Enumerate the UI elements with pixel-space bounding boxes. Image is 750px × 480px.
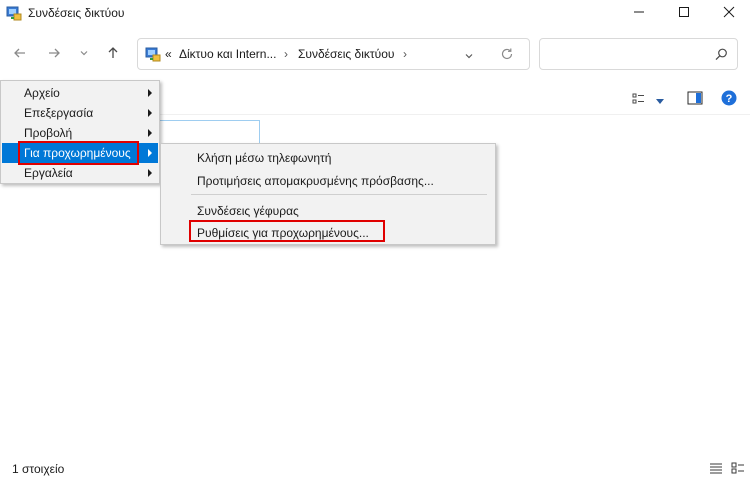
submenu-item-bridge-connections[interactable]: Συνδέσεις γέφυρας bbox=[197, 204, 299, 218]
title-bar: Συνδέσεις δικτύου bbox=[0, 0, 750, 28]
tiles-view-button[interactable] bbox=[731, 462, 745, 477]
view-options-icon bbox=[632, 93, 646, 109]
maximize-button[interactable] bbox=[661, 0, 707, 26]
back-button[interactable] bbox=[8, 42, 32, 66]
submenu-item-operator-assisted-dialing[interactable]: Κλήση μέσω τηλεφωνητή bbox=[197, 151, 331, 165]
up-button[interactable] bbox=[101, 42, 125, 66]
chevron-right-icon bbox=[148, 89, 152, 97]
minimize-button[interactable] bbox=[616, 0, 662, 26]
network-folder-icon bbox=[145, 46, 161, 65]
maximize-icon bbox=[678, 6, 690, 21]
address-overflow[interactable]: « bbox=[165, 47, 172, 61]
chevron-right-icon bbox=[148, 149, 152, 157]
chevron-right-icon bbox=[148, 109, 152, 117]
details-view-button[interactable] bbox=[709, 462, 723, 477]
preview-pane-button[interactable] bbox=[687, 91, 703, 108]
chevron-right-icon bbox=[148, 169, 152, 177]
details-view-icon bbox=[709, 463, 723, 477]
view-options-button[interactable] bbox=[632, 92, 646, 109]
menu-item-label: Επεξεργασία bbox=[24, 106, 94, 120]
minimize-icon bbox=[633, 6, 645, 21]
tiles-view-icon bbox=[731, 462, 745, 477]
status-item-count: 1 στοιχείο bbox=[12, 462, 65, 476]
refresh-button[interactable] bbox=[500, 47, 514, 64]
close-icon bbox=[723, 6, 735, 21]
address-bar[interactable]: « Δίκτυο και Intern... › Συνδέσεις δικτύ… bbox=[137, 38, 530, 70]
chevron-right-icon bbox=[148, 129, 152, 137]
menu-item-file[interactable]: Αρχείο bbox=[2, 83, 158, 103]
address-history-dropdown[interactable] bbox=[464, 50, 474, 64]
window-title: Συνδέσεις δικτύου bbox=[28, 6, 125, 20]
search-icon bbox=[715, 48, 728, 64]
back-arrow-icon bbox=[13, 46, 27, 63]
menu-item-tools[interactable]: Εργαλεία bbox=[2, 163, 158, 183]
up-arrow-icon bbox=[106, 46, 120, 63]
chevron-down-icon bbox=[655, 95, 665, 109]
search-input[interactable] bbox=[539, 38, 738, 70]
menu-item-view[interactable]: Προβολή bbox=[2, 123, 158, 143]
close-button[interactable] bbox=[706, 0, 750, 26]
breadcrumb-network-internet[interactable]: Δίκτυο και Intern... bbox=[179, 47, 276, 61]
menu-separator bbox=[191, 194, 487, 195]
chevron-down-icon bbox=[79, 47, 89, 61]
preview-pane-icon bbox=[687, 91, 703, 108]
menu-item-label: Προβολή bbox=[24, 126, 73, 140]
forward-button[interactable] bbox=[42, 42, 66, 66]
refresh-icon bbox=[500, 48, 514, 64]
forward-arrow-icon bbox=[47, 46, 61, 63]
breadcrumb-separator[interactable]: › bbox=[284, 47, 288, 61]
submenu-item-remote-access-preferences[interactable]: Προτιμήσεις απομακρυσμένης πρόσβασης... bbox=[197, 174, 434, 188]
recent-locations-button[interactable] bbox=[72, 42, 96, 66]
menu-item-label: Εργαλεία bbox=[24, 166, 73, 180]
network-folder-icon bbox=[6, 5, 22, 21]
view-dropdown-button[interactable] bbox=[655, 95, 665, 109]
breadcrumb-separator[interactable]: › bbox=[403, 47, 407, 61]
help-button[interactable]: ? bbox=[721, 90, 737, 109]
help-icon: ? bbox=[721, 90, 737, 109]
menu-item-label: Αρχείο bbox=[24, 86, 60, 100]
highlight-box-advanced-settings bbox=[189, 220, 385, 242]
svg-text:?: ? bbox=[726, 93, 733, 105]
chevron-down-icon bbox=[464, 50, 474, 64]
menu-item-edit[interactable]: Επεξεργασία bbox=[2, 103, 158, 123]
breadcrumb-network-connections[interactable]: Συνδέσεις δικτύου bbox=[298, 47, 394, 61]
highlight-box-advanced bbox=[18, 141, 139, 165]
menu-bar-dropdown: Αρχείο Επεξεργασία Προβολή Για προχωρημέ… bbox=[0, 80, 160, 184]
